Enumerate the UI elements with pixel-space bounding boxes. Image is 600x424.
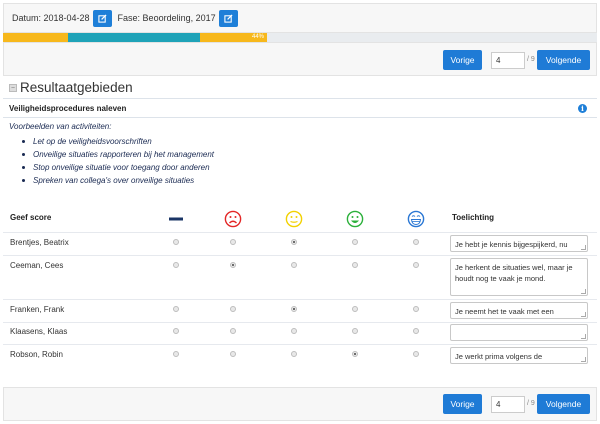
score-radio[interactable] bbox=[291, 239, 297, 245]
previous-button[interactable]: Vorige bbox=[443, 50, 482, 70]
edit-icon bbox=[97, 13, 107, 23]
score-radio[interactable] bbox=[291, 328, 297, 334]
score-radio[interactable] bbox=[413, 239, 419, 245]
edit-icon bbox=[223, 13, 233, 23]
list-item: Let op de veiligheidsvoorschriften bbox=[20, 135, 214, 148]
page-number-input[interactable]: 4 bbox=[491, 52, 525, 69]
score-radio[interactable] bbox=[291, 262, 297, 268]
note-column-header: Toelichting bbox=[452, 213, 495, 222]
note-textarea[interactable]: Je hebt je kennis bijgespijkerd, nu bbox=[450, 235, 588, 252]
score-column-header: Geef score bbox=[10, 213, 52, 222]
resize-handle[interactable] bbox=[581, 312, 586, 317]
score-radio[interactable] bbox=[352, 306, 358, 312]
collapse-icon[interactable]: – bbox=[9, 83, 17, 92]
score-radio[interactable] bbox=[173, 351, 179, 357]
resize-handle[interactable] bbox=[581, 334, 586, 339]
score-radio[interactable] bbox=[291, 306, 297, 312]
row-divider bbox=[3, 322, 597, 323]
score-radio[interactable] bbox=[173, 262, 179, 268]
score-radio[interactable] bbox=[413, 306, 419, 312]
score-radio[interactable] bbox=[413, 328, 419, 334]
note-textarea[interactable]: Je herkent de situaties wel, maar je hou… bbox=[450, 258, 588, 296]
employee-name: Ceeman, Cees bbox=[10, 261, 64, 270]
pager-bottom: Vorige 4 / 9 Volgende bbox=[3, 387, 597, 421]
list-item: Stop onveilige situatie voor toegang doo… bbox=[20, 161, 214, 174]
row-divider bbox=[3, 344, 597, 345]
page-total: / 9 bbox=[527, 56, 535, 63]
edit-date-button[interactable] bbox=[92, 9, 112, 27]
employee-name: Franken, Frank bbox=[10, 305, 65, 314]
progress-segment-2 bbox=[68, 33, 200, 42]
note-textarea[interactable]: Je werkt prima volgens de bbox=[450, 347, 588, 364]
divider bbox=[3, 98, 597, 99]
score-radio[interactable] bbox=[352, 328, 358, 334]
grin-face-icon bbox=[407, 210, 425, 228]
next-button[interactable]: Volgende bbox=[537, 50, 590, 70]
note-text: Je neemt het te vaak met een bbox=[455, 307, 554, 316]
resize-handle[interactable] bbox=[581, 357, 586, 362]
score-radio[interactable] bbox=[230, 239, 236, 245]
note-textarea[interactable] bbox=[450, 324, 588, 341]
progress-bar: 44% bbox=[3, 33, 597, 42]
score-radio[interactable] bbox=[352, 239, 358, 245]
score-radio[interactable] bbox=[173, 239, 179, 245]
row-divider bbox=[3, 299, 597, 300]
score-radio[interactable] bbox=[352, 262, 358, 268]
previous-button[interactable]: Vorige bbox=[443, 394, 482, 414]
resize-handle[interactable] bbox=[581, 289, 586, 294]
score-radio[interactable] bbox=[352, 351, 358, 357]
row-divider bbox=[3, 232, 597, 233]
score-radio[interactable] bbox=[291, 351, 297, 357]
employee-name: Robson, Robin bbox=[10, 350, 63, 359]
note-textarea[interactable]: Je neemt het te vaak met een bbox=[450, 302, 588, 319]
score-radio[interactable] bbox=[413, 351, 419, 357]
list-item: Spreken van collega's over onveilige sit… bbox=[20, 174, 214, 187]
row-divider bbox=[3, 255, 597, 256]
examples-intro: Voorbeelden van activiteiten: bbox=[9, 122, 112, 131]
progress-segment-3: 44% bbox=[200, 33, 267, 42]
edit-phase-button[interactable] bbox=[218, 9, 238, 27]
pager-top: Vorige 4 / 9 Volgende bbox=[3, 42, 597, 76]
smile-face-icon bbox=[346, 210, 364, 228]
sad-face-icon bbox=[224, 210, 242, 228]
score-radio[interactable] bbox=[230, 262, 236, 268]
progress-segment-1 bbox=[3, 33, 68, 42]
employee-name: Klaasens, Klaas bbox=[10, 327, 68, 336]
section-title: Resultaatgebieden bbox=[20, 80, 133, 95]
divider bbox=[3, 117, 597, 118]
score-radio[interactable] bbox=[230, 328, 236, 334]
note-text: Je werkt prima volgens de bbox=[455, 352, 543, 361]
note-text: Je herkent de situaties wel, maar je hou… bbox=[455, 263, 573, 283]
score-radio[interactable] bbox=[230, 306, 236, 312]
list-item: Onveilige situaties rapporteren bij het … bbox=[20, 148, 214, 161]
info-icon[interactable]: i bbox=[578, 104, 587, 113]
score-radio[interactable] bbox=[230, 351, 236, 357]
score-radio[interactable] bbox=[173, 328, 179, 334]
header-bar: Datum: 2018-04-28 Fase: Beoordeling, 201… bbox=[3, 3, 597, 33]
score-radio[interactable] bbox=[413, 262, 419, 268]
dash-icon bbox=[169, 217, 183, 221]
resize-handle[interactable] bbox=[581, 245, 586, 250]
score-radio[interactable] bbox=[173, 306, 179, 312]
section-header[interactable]: – Resultaatgebieden bbox=[9, 80, 133, 95]
page-total: / 9 bbox=[527, 400, 535, 407]
neutral-face-icon bbox=[285, 210, 303, 228]
subsection-title: Veiligheidsprocedures naleven bbox=[9, 104, 127, 113]
date-label: Datum: 2018-04-28 bbox=[12, 13, 90, 23]
note-text: Je hebt je kennis bijgespijkerd, nu bbox=[455, 240, 568, 249]
examples-list: Let op de veiligheidsvoorschriften Onvei… bbox=[20, 135, 214, 187]
next-button[interactable]: Volgende bbox=[537, 394, 590, 414]
progress-percent: 44% bbox=[251, 34, 264, 40]
phase-label: Fase: Beoordeling, 2017 bbox=[117, 13, 216, 23]
employee-name: Brentjes, Beatrix bbox=[10, 238, 69, 247]
page-number-input[interactable]: 4 bbox=[491, 396, 525, 413]
